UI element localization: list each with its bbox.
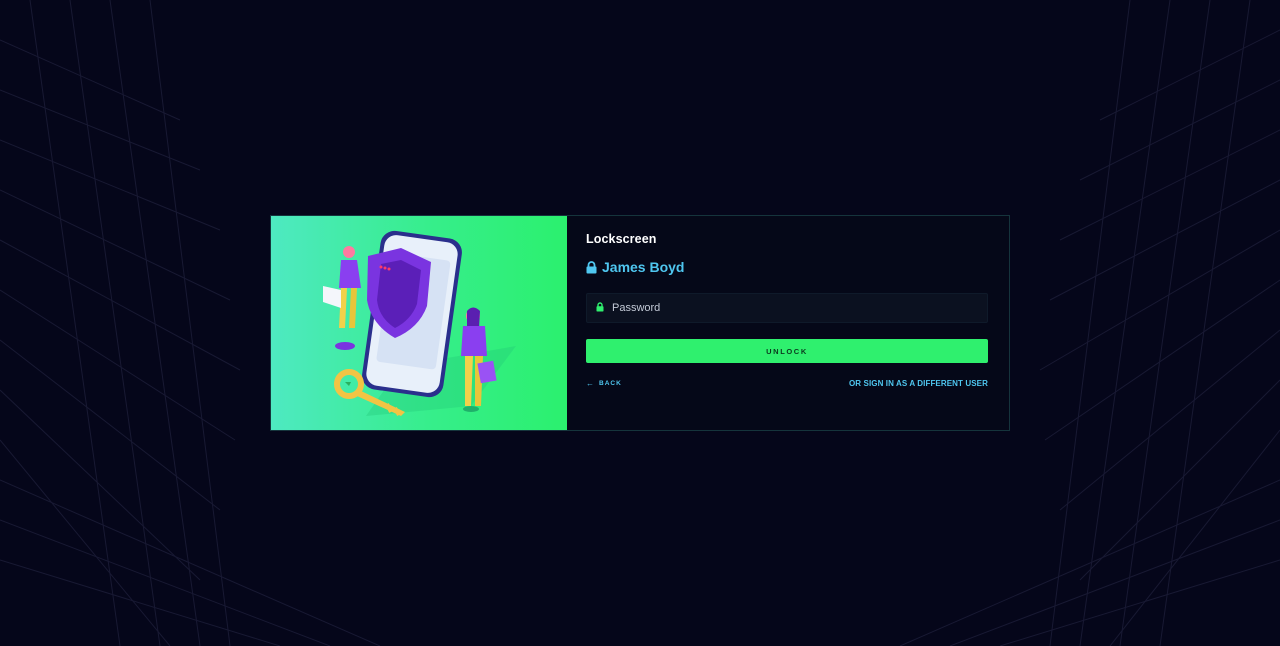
user-name: James Boyd — [602, 259, 685, 275]
user-name-row: James Boyd — [586, 259, 988, 275]
back-link[interactable]: ← BACK — [586, 379, 622, 388]
lock-icon — [586, 260, 597, 274]
password-field[interactable] — [586, 293, 988, 323]
password-input[interactable] — [612, 302, 972, 314]
lockscreen-panel: Lockscreen James Boyd UNLOCK ← BACK OR S… — [567, 216, 1009, 430]
security-illustration — [271, 216, 567, 430]
lockscreen-links: ← BACK OR SIGN IN AS A DIFFERENT USER — [586, 379, 988, 388]
lockscreen-title: Lockscreen — [586, 232, 657, 246]
different-user-link[interactable]: OR SIGN IN AS A DIFFERENT USER — [849, 379, 988, 388]
arrow-left-icon: ← — [586, 379, 595, 388]
back-label: BACK — [599, 380, 622, 387]
lock-icon — [596, 299, 604, 317]
lockscreen-card: Lockscreen James Boyd UNLOCK ← BACK OR S… — [270, 215, 1010, 431]
unlock-button[interactable]: UNLOCK — [586, 339, 988, 363]
